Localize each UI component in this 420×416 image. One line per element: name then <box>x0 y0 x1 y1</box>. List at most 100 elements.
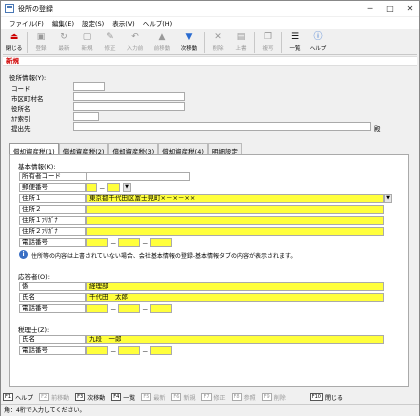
phone-dash: － <box>110 348 117 356</box>
list-icon: ☰ <box>290 32 300 42</box>
addr1-kana-label: 住所１ﾌﾘｶﾞﾅ <box>19 216 86 225</box>
toolbar-separator <box>254 32 255 53</box>
minimize-icon[interactable]: ─ <box>361 1 379 16</box>
app-window: 役所の登録 ─ □ ✕ ファイル(F) 編集(E) 設定(S) 表示(V) ヘル… <box>0 0 420 416</box>
toolbar-separator <box>27 32 28 53</box>
postal-dash: － <box>99 185 106 193</box>
office-name-label: 役所名 <box>11 105 31 113</box>
next-button[interactable]: ▼ 次移動 <box>176 30 202 54</box>
postal-search-button[interactable]: ▼ <box>123 183 131 192</box>
menu-edit[interactable]: 編集(E) <box>52 18 74 28</box>
respondent-dept-field[interactable]: 経理部 <box>86 282 384 291</box>
postal-label: 郵便番号 <box>19 183 86 192</box>
basic-phone-field-1[interactable] <box>86 238 108 247</box>
refresh-icon: ↻ <box>60 32 68 42</box>
postal-field-1[interactable] <box>86 183 97 192</box>
arrow-up-icon: ▲ <box>158 32 166 42</box>
title-bar: 役所の登録 ─ □ ✕ <box>1 1 419 16</box>
taxacc-phone-field-3[interactable] <box>150 346 172 355</box>
addr2-kana-field[interactable] <box>86 227 384 236</box>
addr1-label: 住所１ <box>19 194 86 203</box>
respondent-phone-label: 電話番号 <box>19 304 86 313</box>
toolbar-separator <box>204 32 205 53</box>
refresh-button[interactable]: ↻ 最新 <box>53 30 75 54</box>
respondent-phone-field-1[interactable] <box>86 304 108 313</box>
window-title: 役所の登録 <box>18 4 53 13</box>
f5-refresh-button[interactable]: F5 最新 <box>141 393 165 402</box>
addr1-dropdown-button[interactable]: ▼ <box>384 194 392 203</box>
copy-icon: ❐ <box>263 32 273 42</box>
basic-section-label: 基本情報(K): <box>18 163 56 171</box>
f7-edit-button[interactable]: F7 修正 <box>201 393 226 402</box>
submit-field[interactable] <box>73 122 371 131</box>
city-label: 市区町村名 <box>11 95 44 103</box>
phone-dash: － <box>142 348 149 356</box>
toolbar-separator <box>281 32 282 53</box>
edit-icon: ✎ <box>106 32 114 42</box>
f6-new-button[interactable]: F6 新規 <box>171 393 195 402</box>
taxacc-section-label: 税理士(Z): <box>18 326 50 334</box>
f4-list-button[interactable]: F4 一覧 <box>111 393 135 402</box>
toolbar: ⏏ 閉じる ▣ 登録 ↻ 最新 ▢ 新規 ✎ 修正 ↶ 入力前 ▲ 前移動 ▼ 次移動 ✕ 削除 … <box>3 30 417 55</box>
addr1-field[interactable]: 東京都千代田区富士見町×－×－×× <box>86 194 384 203</box>
new-button[interactable]: ▢ 新規 <box>76 30 98 54</box>
list-button[interactable]: ☰ 一覧 <box>284 30 306 54</box>
respondent-phone-field-2[interactable] <box>118 304 140 313</box>
f2-prev-button[interactable]: F2 前移動 <box>39 393 69 402</box>
menu-view[interactable]: 表示(V) <box>112 18 135 28</box>
undo-icon: ↶ <box>131 32 139 42</box>
help-icon: ⓘ <box>313 32 323 42</box>
mode-indicator: 新規 <box>3 56 417 66</box>
taxacc-phone-label: 電話番号 <box>19 346 86 355</box>
menu-help[interactable]: ヘルプ(H) <box>143 18 172 28</box>
respondent-name-field[interactable]: 千代田 太郎 <box>86 293 384 302</box>
f1-help-button[interactable]: F1 ヘルプ <box>3 393 33 402</box>
help-button[interactable]: ⓘ ヘルプ <box>307 30 329 54</box>
kana-field[interactable] <box>73 112 99 121</box>
overwrite-button[interactable]: ▤ 上書 <box>230 30 252 54</box>
kana-label: ｶﾅ索引 <box>11 115 31 123</box>
office-name-field[interactable] <box>73 102 185 111</box>
info-icon: i <box>19 250 28 259</box>
respondent-dept-label: 係 <box>19 282 86 291</box>
phone-dash: － <box>142 240 149 248</box>
addr2-field[interactable] <box>86 205 384 214</box>
code-field[interactable] <box>73 82 105 91</box>
respondent-section-label: 応答者(O): <box>18 273 50 281</box>
addr1-kana-field[interactable] <box>86 216 384 225</box>
copy-button[interactable]: ❐ 複写 <box>257 30 279 54</box>
edit-button[interactable]: ✎ 修正 <box>99 30 121 54</box>
submit-label: 提出先 <box>11 125 31 133</box>
owner-code-field[interactable] <box>86 172 190 181</box>
f8-reference-button[interactable]: F8 参照 <box>231 393 256 402</box>
taxacc-name-field[interactable]: 九段 一郎 <box>86 335 384 344</box>
close-button[interactable]: ⏏ 閉じる <box>3 30 25 54</box>
tab-panel: 基本情報(K): 所有者コード 郵便番号 － ▼ 住所１ 東京都千代田区富士見町… <box>9 154 409 387</box>
f9-delete-button[interactable]: F9 削除 <box>261 393 286 402</box>
phone-dash: － <box>110 306 117 314</box>
basic-phone-field-3[interactable] <box>150 238 172 247</box>
addr2-label: 住所２ <box>19 205 86 214</box>
before-input-button[interactable]: ↶ 入力前 <box>122 30 148 54</box>
taxacc-phone-field-1[interactable] <box>86 346 108 355</box>
addr2-kana-label: 住所２ﾌﾘｶﾞﾅ <box>19 227 86 236</box>
close-door-icon: ⏏ <box>9 32 19 42</box>
taxacc-phone-field-2[interactable] <box>118 346 140 355</box>
address-note: 住所等の内容は上書されていない場合、会社基本情報の登録-基本情報タブの内容が表示… <box>31 253 297 260</box>
delete-button[interactable]: ✕ 削除 <box>207 30 229 54</box>
prev-button[interactable]: ▲ 前移動 <box>149 30 175 54</box>
phone-dash: － <box>110 240 117 248</box>
menu-settings[interactable]: 設定(S) <box>82 18 104 28</box>
new-icon: ▢ <box>82 32 92 42</box>
postal-field-2[interactable] <box>107 183 120 192</box>
f10-close-button[interactable]: F10 閉じる <box>309 393 343 402</box>
f3-next-button[interactable]: F3 次移動 <box>75 393 105 402</box>
menu-file[interactable]: ファイル(F) <box>9 18 44 28</box>
basic-phone-label: 電話番号 <box>19 238 86 247</box>
basic-phone-field-2[interactable] <box>118 238 140 247</box>
maximize-icon[interactable]: □ <box>381 1 399 16</box>
close-window-icon[interactable]: ✕ <box>401 1 419 16</box>
register-button[interactable]: ▣ 登録 <box>30 30 52 54</box>
city-field[interactable] <box>73 92 185 101</box>
respondent-phone-field-3[interactable] <box>150 304 172 313</box>
